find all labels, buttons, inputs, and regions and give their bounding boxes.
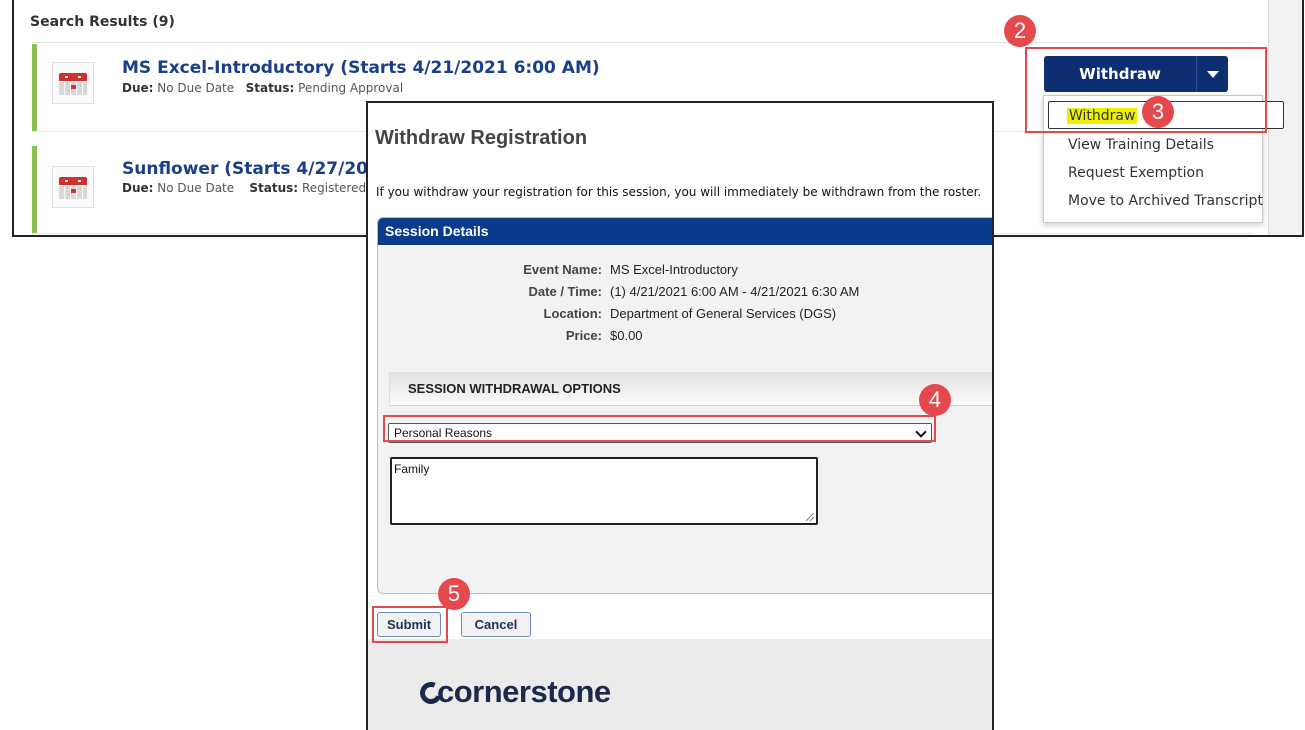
result-title-link[interactable]: Sunflower (Starts 4/27/2021) [122,159,399,179]
divider [32,42,1254,43]
withdrawal-options-header: SESSION WITHDRAWAL OPTIONS [389,372,992,406]
menu-item-move-to-archived-transcript[interactable]: Move to Archived Transcript [1044,187,1263,215]
menu-item-view-training-details[interactable]: View Training Details [1044,131,1262,159]
detail-row-date-time: Date / Time: (1) 4/21/2021 6:00 AM - 4/2… [378,284,992,302]
result-meta: Due: No Due Date Status: Registered [122,181,366,195]
status-label: Status: [245,81,295,95]
dialog-footer: cornerstone [368,639,992,730]
callout-badge-4: 4 [919,384,951,416]
callout-badge-5: 5 [438,578,470,610]
status-label: Status: [249,181,299,195]
result-meta: Due: No Due Date Status: Pending Approva… [122,81,403,95]
detail-label: Price: [565,328,602,343]
session-details-panel: Session Details Event Name: MS Excel-Int… [377,217,992,594]
logo-text: cornerstone [437,674,611,709]
status-value: Registered [301,181,367,195]
session-details-header: Session Details [378,218,992,245]
callout-badge-2: 2 [1004,15,1036,47]
status-bar [32,44,37,131]
textarea-value: Family [394,462,430,476]
status-bar [32,146,37,233]
detail-label: Location: [543,306,603,321]
callout-box-submit [372,606,448,643]
calendar-icon [52,62,94,104]
withdrawal-comment-textarea[interactable]: Family [390,457,818,525]
status-value: Pending Approval [298,81,404,95]
detail-value: MS Excel-Introductory [610,262,738,277]
detail-label: Date / Time: [528,284,602,299]
detail-row-event-name: Event Name: MS Excel-Introductory [378,262,992,280]
callout-badge-3: 3 [1142,96,1174,128]
due-label: Due: [122,181,154,195]
detail-row-location: Location: Department of General Services… [378,306,992,324]
due-value: No Due Date [157,81,235,95]
dialog-intro-text: If you withdraw your registration for th… [376,185,982,199]
due-label: Due: [122,81,154,95]
detail-row-price: Price: $0.00 [378,328,992,346]
dialog-title: Withdraw Registration [375,127,588,149]
detail-value: $0.00 [610,328,643,343]
resize-grip-icon[interactable] [806,513,814,521]
due-value: No Due Date [157,181,235,195]
result-title-link[interactable]: MS Excel-Introductory (Starts 4/21/2021 … [122,58,600,78]
calendar-icon [52,166,94,208]
detail-value: (1) 4/21/2021 6:00 AM - 4/21/2021 6:30 A… [610,284,860,299]
menu-item-request-exemption[interactable]: Request Exemption [1044,159,1262,187]
search-results-header: Search Results (9) [30,14,175,30]
callout-box-reason [383,415,936,442]
detail-label: Event Name: [523,262,602,277]
cancel-button[interactable]: Cancel [461,612,531,637]
detail-value: Department of General Services (DGS) [610,306,837,321]
